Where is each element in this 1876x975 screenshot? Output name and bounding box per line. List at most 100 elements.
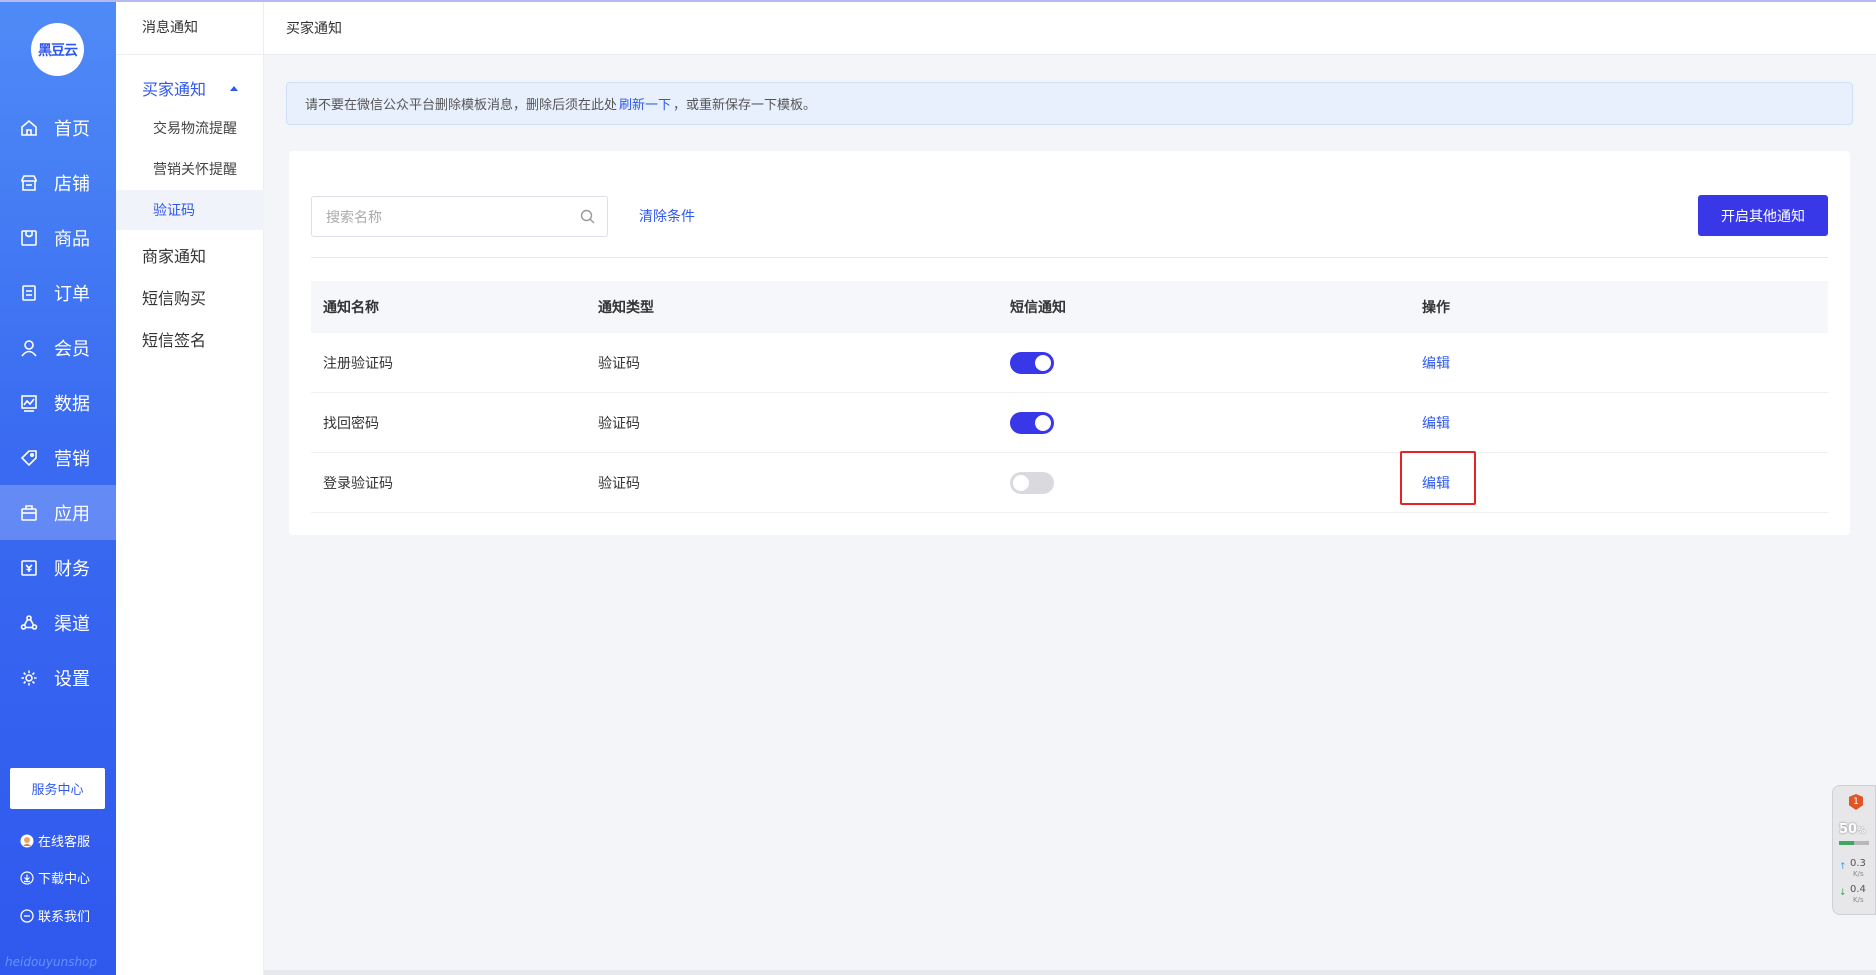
logo-text: 黑豆云 — [38, 42, 78, 59]
nav-item-goods[interactable]: 商品 — [0, 210, 116, 265]
nav-item-home[interactable]: 首页 — [0, 100, 116, 155]
subnav-item-logistics-reminder[interactable]: 交易物流提醒 — [116, 108, 264, 148]
download-speed-unit: K/s — [1853, 896, 1864, 904]
notice-banner: 请不要在微信公众平台删除模板消息，删除后须在此处 刷新一下 ，或重新保存一下模板… — [286, 82, 1853, 125]
nav-item-data[interactable]: 数据 — [0, 375, 116, 430]
sms-toggle[interactable] — [1010, 471, 1054, 494]
toggle-knob — [1013, 474, 1029, 491]
nav-label: 订单 — [54, 283, 90, 305]
nav-label: 渠道 — [54, 613, 90, 635]
bottom-scrollbar[interactable] — [264, 970, 1876, 975]
goods-icon — [20, 229, 38, 247]
clear-conditions-link[interactable]: 清除条件 — [639, 206, 695, 226]
system-monitor-widget[interactable]: 1 50% ↑ 0.3 K/s ↓ 0.4 K/s — [1832, 785, 1876, 915]
cell-type: 验证码 — [598, 355, 640, 372]
cell-type: 验证码 — [598, 415, 640, 432]
chat-icon — [20, 908, 34, 923]
upload-speed: 0.3 — [1850, 858, 1866, 869]
cell-name: 找回密码 — [323, 415, 379, 432]
download-arrow-icon: ↓ — [1839, 888, 1847, 898]
cell-sms — [998, 471, 1410, 494]
store-icon — [20, 174, 38, 192]
cell-name: 登录验证码 — [323, 475, 393, 492]
nav-item-order[interactable]: 订单 — [0, 265, 116, 320]
nav-label: 首页 — [54, 118, 90, 140]
nav-item-finance[interactable]: 财务 — [0, 540, 116, 595]
notification-table: 通知名称 通知类型 短信通知 操作 注册验证码 验证码 编辑 找回密码 验证码 … — [311, 281, 1828, 513]
sms-toggle[interactable] — [1010, 351, 1054, 374]
cpu-percent-unit: % — [1857, 826, 1866, 835]
gear-icon — [20, 669, 38, 687]
search-input[interactable]: 搜索名称 — [311, 196, 608, 237]
table-row: 注册验证码 验证码 编辑 — [311, 333, 1828, 393]
nav-item-channel[interactable]: 渠道 — [0, 595, 116, 650]
cell-type: 验证码 — [598, 475, 640, 492]
subnav-group-sms-purchase[interactable]: 短信购买 — [142, 285, 206, 309]
member-icon — [20, 339, 38, 357]
nav-item-settings[interactable]: 设置 — [0, 650, 116, 705]
cpu-percent-value: 50 — [1839, 822, 1858, 837]
upload-speed-unit: K/s — [1853, 870, 1864, 878]
cell-sms — [998, 411, 1410, 434]
download-center-label: 下载中心 — [38, 872, 91, 887]
toggle-knob — [1035, 414, 1051, 431]
search-placeholder: 搜索名称 — [326, 209, 382, 226]
nav-label: 财务 — [54, 558, 90, 580]
subnav-item-verification-code[interactable]: 验证码 — [116, 190, 264, 230]
sms-toggle[interactable] — [1010, 411, 1054, 434]
refresh-link[interactable]: 刷新一下 — [619, 94, 671, 113]
contact-us-link[interactable]: 联系我们 — [20, 906, 90, 925]
subnav-item-marketing-care[interactable]: 营销关怀提醒 — [116, 149, 264, 189]
caret-up-icon[interactable] — [230, 86, 238, 91]
order-icon — [20, 284, 38, 302]
table-header: 通知名称 通知类型 短信通知 操作 — [311, 281, 1828, 333]
tag-icon — [20, 449, 38, 467]
top-accent-line — [0, 0, 1876, 2]
subnav-group-merchant-notice[interactable]: 商家通知 — [142, 243, 206, 267]
cell-actions: 编辑 — [1410, 413, 1828, 433]
nav-label: 应用 — [54, 503, 90, 525]
cell-sms — [998, 351, 1410, 374]
download-center-link[interactable]: 下载中心 — [20, 868, 90, 887]
finance-icon — [20, 559, 38, 577]
table-row: 找回密码 验证码 编辑 — [311, 393, 1828, 453]
main-nav: 首页 店铺 商品 订单 会员 数据 营销 应用 财务 渠道 设置 — [0, 100, 116, 705]
nav-item-apps[interactable]: 应用 — [0, 485, 116, 540]
subnav-group-sms-signature[interactable]: 短信签名 — [142, 327, 206, 351]
channel-icon — [20, 614, 38, 632]
nav-item-store[interactable]: 店铺 — [0, 155, 116, 210]
cell-name: 注册验证码 — [323, 355, 393, 372]
edit-link[interactable]: 编辑 — [1422, 353, 1450, 373]
main-sidebar: 黑豆云 首页 店铺 商品 订单 会员 数据 营销 应用 财务 渠道 设置 服务中… — [0, 0, 116, 975]
app-icon — [20, 504, 38, 522]
notice-text-after: ，或重新保存一下模板。 — [673, 98, 817, 113]
column-header-type: 通知类型 — [598, 300, 654, 316]
watermark: heidouyunshop — [5, 955, 98, 969]
cell-actions: 编辑 — [1410, 353, 1828, 373]
toggle-knob — [1035, 354, 1051, 371]
nav-label: 会员 — [54, 338, 90, 360]
nav-item-marketing[interactable]: 营销 — [0, 430, 116, 485]
enable-other-notices-button[interactable]: 开启其他通知 — [1698, 195, 1828, 236]
home-icon — [20, 119, 38, 137]
download-speed: 0.4 — [1850, 884, 1866, 895]
contact-us-label: 联系我们 — [38, 910, 91, 925]
service-center-button[interactable]: 服务中心 — [10, 768, 105, 809]
data-icon — [20, 394, 38, 412]
column-header-name: 通知名称 — [323, 300, 379, 316]
content-card: 搜索名称 清除条件 开启其他通知 通知名称 通知类型 短信通知 操作 注册验证码… — [289, 151, 1850, 535]
subnav-group-buyer-notice[interactable]: 买家通知 — [142, 76, 206, 100]
nav-label: 数据 — [54, 393, 90, 415]
page-title: 买家通知 — [286, 21, 342, 37]
online-service-link[interactable]: 在线客服 — [20, 831, 90, 850]
page-header: 买家通知 — [264, 2, 1876, 55]
upload-arrow-icon: ↑ — [1839, 862, 1847, 872]
nav-item-member[interactable]: 会员 — [0, 320, 116, 375]
secondary-sidebar: 消息通知 买家通知 交易物流提醒 营销关怀提醒 验证码 商家通知 短信购买 短信… — [116, 0, 264, 975]
cpu-percent: 50% — [1839, 822, 1865, 837]
avatar-icon — [20, 834, 34, 848]
search-icon[interactable] — [580, 209, 595, 224]
logo[interactable]: 黑豆云 — [31, 23, 84, 76]
edit-link[interactable]: 编辑 — [1422, 413, 1450, 433]
edit-link[interactable]: 编辑 — [1400, 450, 1476, 505]
